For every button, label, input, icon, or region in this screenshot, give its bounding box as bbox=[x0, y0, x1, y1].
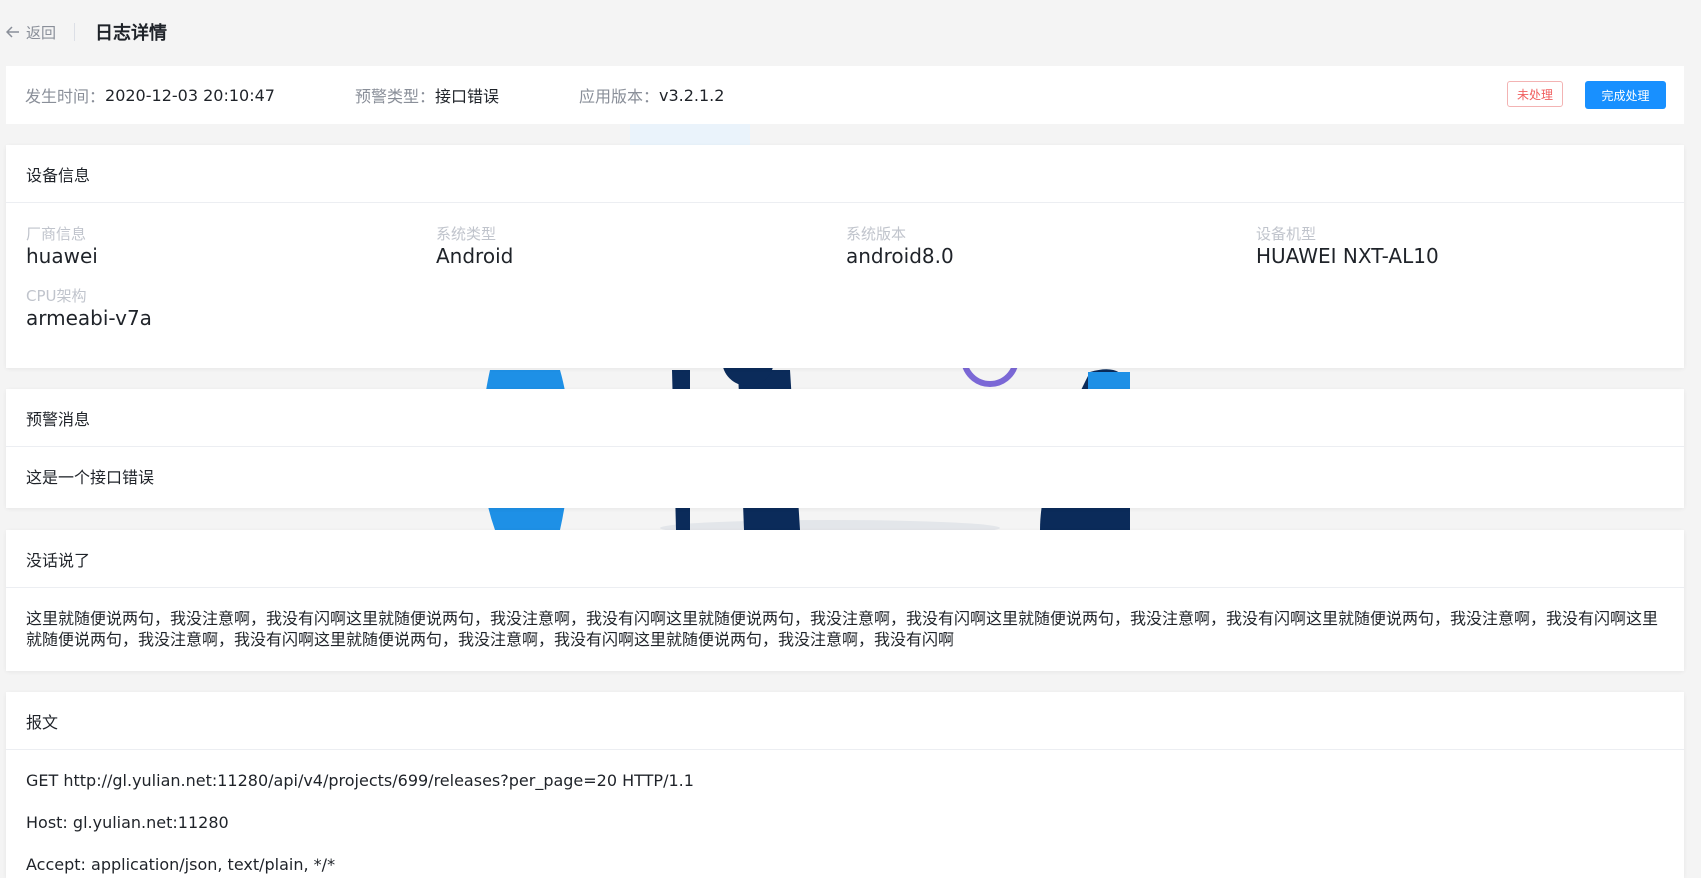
field-value: HUAWEI NXT-AL10 bbox=[1256, 244, 1439, 268]
device-field-os-version: 系统版本 android8.0 bbox=[846, 225, 1256, 287]
raw-line: Accept: application/json, text/plain, */… bbox=[26, 855, 336, 874]
device-info-title: 设备信息 bbox=[6, 145, 1684, 203]
field-label: 厂商信息 bbox=[26, 225, 87, 243]
back-label: 返回 bbox=[26, 23, 57, 42]
type-value: 接口错误 bbox=[434, 87, 499, 106]
time-label: 发生时间： bbox=[25, 87, 106, 106]
field-label: CPU架构 bbox=[26, 287, 87, 305]
version-label: 应用版本： bbox=[578, 87, 659, 106]
field-value: Android bbox=[436, 244, 514, 268]
field-label: 系统版本 bbox=[846, 225, 907, 243]
device-field-os-type: 系统类型 Android bbox=[436, 225, 846, 287]
field-value: armeabi-v7a bbox=[26, 306, 152, 330]
back-button[interactable]: 返回 bbox=[6, 22, 56, 43]
summary-version: 应用版本： v3.2.1.2 bbox=[579, 83, 724, 107]
alert-message-title: 预警消息 bbox=[6, 389, 1684, 447]
raw-message-title: 报文 bbox=[6, 692, 1684, 750]
summary-time: 发生时间： 2020-12-03 20:10:47 bbox=[25, 83, 275, 107]
field-label: 系统类型 bbox=[436, 225, 497, 243]
top-bar: 返回 日志详情 bbox=[0, 0, 1701, 64]
raw-line: GET http://gl.yulian.net:11280/api/v4/pr… bbox=[26, 771, 694, 790]
raw-message-card: 报文 GET http://gl.yulian.net:11280/api/v4… bbox=[6, 692, 1684, 878]
device-field-cpu: CPU架构 armeabi-v7a bbox=[26, 287, 436, 349]
time-value: 2020-12-03 20:10:47 bbox=[105, 85, 275, 105]
device-info-card: 设备信息 厂商信息 huawei 系统类型 Android 系统版本 andro… bbox=[6, 145, 1684, 368]
header-divider bbox=[74, 23, 76, 41]
raw-line: Host: gl.yulian.net:11280 bbox=[26, 813, 229, 832]
type-label: 预警类型： bbox=[354, 87, 435, 106]
device-field-vendor: 厂商信息 huawei bbox=[26, 225, 436, 287]
field-value: android8.0 bbox=[846, 244, 954, 268]
status-badge: 未处理 bbox=[1507, 81, 1563, 107]
page-title: 日志详情 bbox=[95, 23, 168, 44]
field-label: 设备机型 bbox=[1256, 225, 1317, 243]
remark-title: 没话说了 bbox=[6, 530, 1684, 588]
version-value: v3.2.1.2 bbox=[659, 85, 725, 105]
field-value: huawei bbox=[26, 244, 98, 268]
alert-message-card: 预警消息 这是一个接口错误 bbox=[6, 389, 1684, 508]
device-field-model: 设备机型 HUAWEI NXT-AL10 bbox=[1256, 225, 1666, 287]
remark-card: 没话说了 这里就随便说两句，我没注意啊，我没有闪啊这里就随便说两句，我没注意啊，… bbox=[6, 530, 1684, 671]
complete-button[interactable]: 完成处理 bbox=[1585, 81, 1666, 109]
alert-message-text: 这是一个接口错误 bbox=[26, 468, 155, 487]
arrow-left-icon bbox=[6, 26, 19, 38]
device-info-grid: 厂商信息 huawei 系统类型 Android 系统版本 android8.0… bbox=[26, 203, 1664, 349]
summary-type: 预警类型： 接口错误 bbox=[355, 83, 499, 107]
summary-bar: 发生时间： 2020-12-03 20:10:47 预警类型： 接口错误 应用版… bbox=[6, 66, 1684, 124]
remark-text: 这里就随便说两句，我没注意啊，我没有闪啊这里就随便说两句，我没注意啊，我没有闪啊… bbox=[26, 609, 1659, 649]
